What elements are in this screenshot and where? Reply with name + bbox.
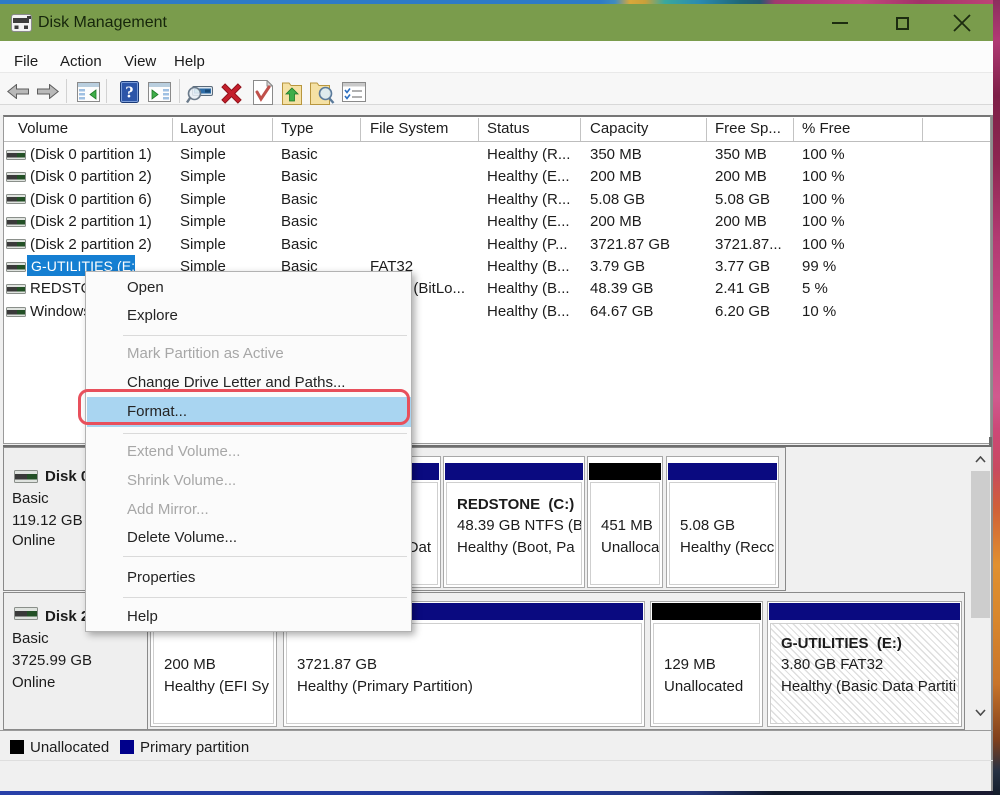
svg-text:?: ? xyxy=(125,83,134,102)
